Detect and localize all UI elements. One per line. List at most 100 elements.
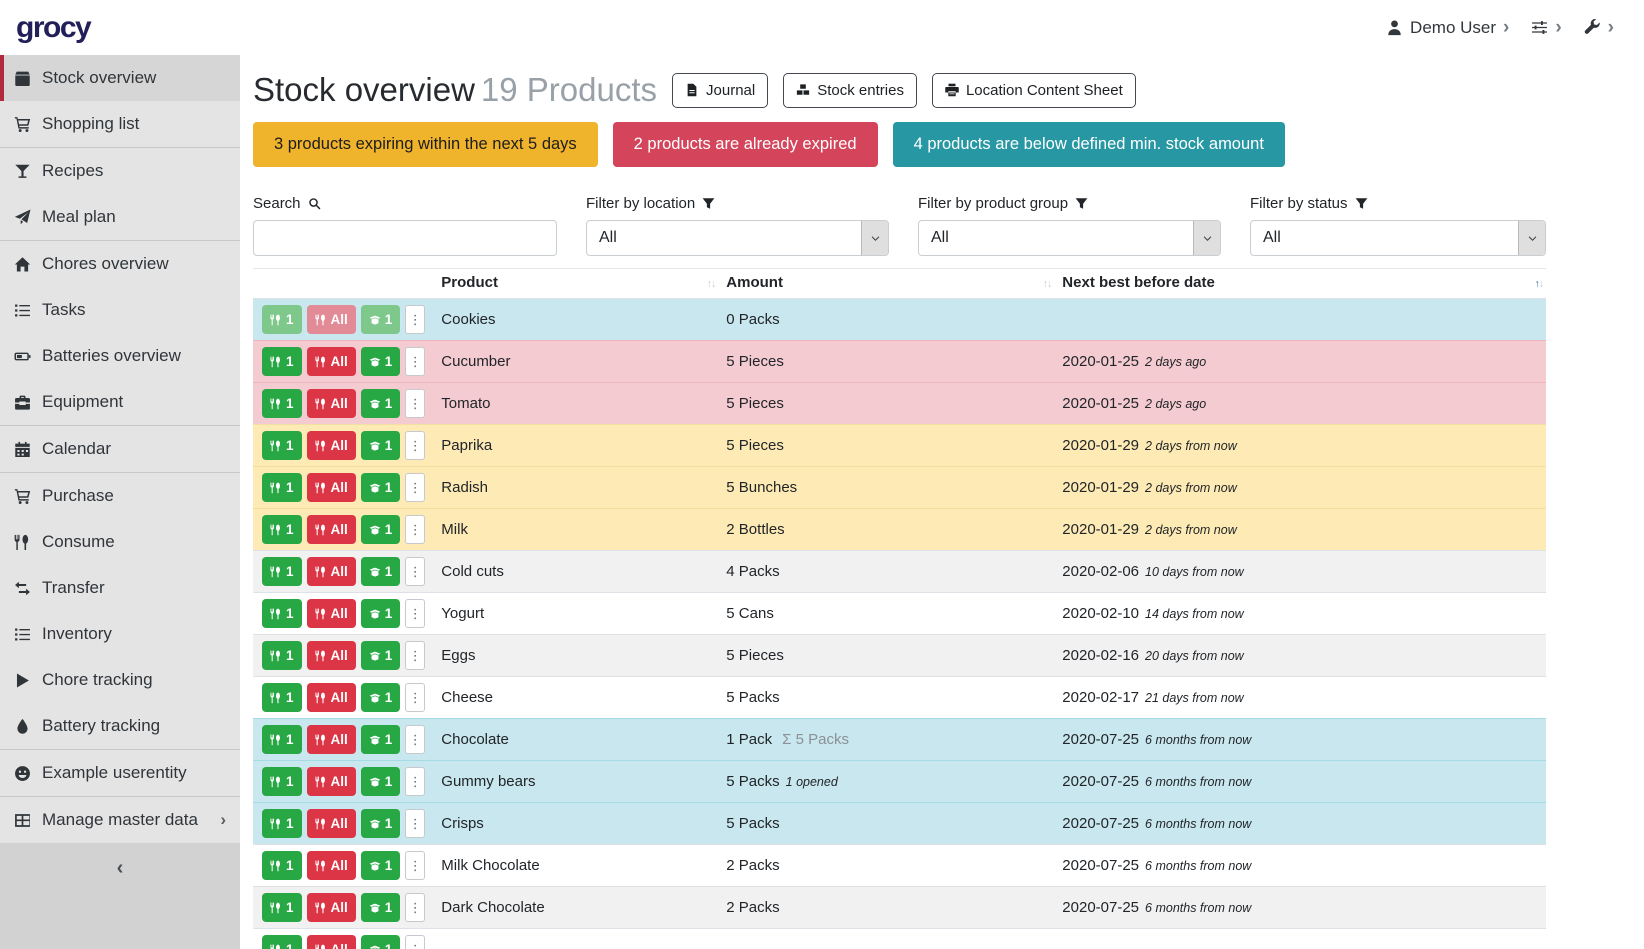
consume-all-button[interactable]: All [307, 473, 356, 502]
sidebar-item-meal-plan[interactable]: Meal plan [0, 194, 240, 240]
open-one-button[interactable]: 1 [361, 809, 401, 838]
consume-all-button[interactable]: All [307, 893, 356, 922]
sidebar-item-stock-overview[interactable]: Stock overview [0, 55, 240, 101]
open-one-button[interactable]: 1 [361, 683, 401, 712]
consume-one-button[interactable]: 1 [262, 683, 302, 712]
open-one-button[interactable]: 1 [361, 599, 401, 628]
open-one-button[interactable]: 1 [361, 473, 401, 502]
sidebar-item-chore-tracking[interactable]: Chore tracking [0, 657, 240, 703]
sidebar-item-tasks[interactable]: Tasks [0, 287, 240, 333]
consume-all-button[interactable]: All [307, 557, 356, 586]
consume-one-button[interactable]: 1 [262, 347, 302, 376]
filter-by-location-select[interactable]: All [586, 220, 889, 256]
search-input[interactable] [253, 220, 557, 256]
sidebar-item-inventory[interactable]: Inventory [0, 611, 240, 657]
open-one-button[interactable]: 1 [361, 641, 401, 670]
open-one-button[interactable]: 1 [361, 305, 401, 334]
consume-one-button[interactable]: 1 [262, 851, 302, 880]
consume-one-button[interactable]: 1 [262, 389, 302, 418]
column-header-next-best-before-date[interactable]: Next best before date↑↓ [1054, 269, 1546, 299]
consume-all-button[interactable]: All [307, 935, 356, 949]
consume-one-button[interactable]: 1 [262, 935, 302, 949]
consume-one-button[interactable]: 1 [262, 305, 302, 334]
consume-one-button[interactable]: 1 [262, 725, 302, 754]
row-menu-button[interactable]: ⋮ [405, 641, 425, 670]
consume-one-button[interactable]: 1 [262, 641, 302, 670]
open-one-button[interactable]: 1 [361, 515, 401, 544]
sort-icon[interactable]: ↑↓ [1535, 278, 1544, 289]
sidebar-item-purchase[interactable]: Purchase [0, 473, 240, 519]
consume-one-button[interactable]: 1 [262, 809, 302, 838]
consume-all-button[interactable]: All [307, 389, 356, 418]
grocy-logo[interactable]: grocy [16, 11, 90, 45]
consume-one-button[interactable]: 1 [262, 599, 302, 628]
stock-entries-button[interactable]: Stock entries [783, 73, 917, 108]
row-menu-button[interactable]: ⋮ [405, 557, 425, 586]
consume-all-button[interactable]: All [307, 725, 356, 754]
sidebar-item-example-userentity[interactable]: Example userentity [0, 750, 240, 796]
sidebar-item-chores-overview[interactable]: Chores overview [0, 241, 240, 287]
open-one-button[interactable]: 1 [361, 431, 401, 460]
open-one-button[interactable]: 1 [361, 935, 401, 949]
open-one-button[interactable]: 1 [361, 767, 401, 796]
sidebar-item-manage-master-data[interactable]: Manage master data› [0, 797, 240, 843]
filter-by-product-group-select[interactable]: All [918, 220, 1221, 256]
sidebar-item-consume[interactable]: Consume [0, 519, 240, 565]
sidebar-item-recipes[interactable]: Recipes [0, 148, 240, 194]
row-menu-button[interactable]: ⋮ [405, 893, 425, 922]
row-menu-button[interactable]: ⋮ [405, 305, 425, 334]
consume-one-button[interactable]: 1 [262, 893, 302, 922]
consume-one-button[interactable]: 1 [262, 473, 302, 502]
sidebar-item-transfer[interactable]: Transfer [0, 565, 240, 611]
row-menu-button[interactable]: ⋮ [405, 935, 425, 949]
row-menu-button[interactable]: ⋮ [405, 347, 425, 376]
sidebar-item-calendar[interactable]: Calendar [0, 426, 240, 472]
row-menu-button[interactable]: ⋮ [405, 389, 425, 418]
journal-button[interactable]: Journal [672, 73, 768, 108]
row-menu-button[interactable]: ⋮ [405, 599, 425, 628]
open-one-button[interactable]: 1 [361, 851, 401, 880]
sidebar-item-shopping-list[interactable]: Shopping list [0, 101, 240, 147]
consume-all-button[interactable]: All [307, 347, 356, 376]
consume-one-button[interactable]: 1 [262, 767, 302, 796]
open-one-button[interactable]: 1 [361, 725, 401, 754]
settings-menu[interactable]: › [1531, 18, 1561, 37]
column-header-amount[interactable]: Amount↑↓ [718, 269, 1054, 299]
row-menu-button[interactable]: ⋮ [405, 515, 425, 544]
consume-all-button[interactable]: All [307, 851, 356, 880]
open-one-button[interactable]: 1 [361, 347, 401, 376]
consume-all-button[interactable]: All [307, 809, 356, 838]
consume-all-button[interactable]: All [307, 767, 356, 796]
sidebar-collapse-button[interactable]: ‹ [0, 843, 240, 949]
consume-one-button[interactable]: 1 [262, 515, 302, 544]
admin-menu[interactable]: › [1584, 18, 1614, 37]
row-menu-button[interactable]: ⋮ [405, 767, 425, 796]
sort-icon[interactable]: ↑↓ [707, 278, 716, 289]
sidebar-item-equipment[interactable]: Equipment [0, 379, 240, 425]
sidebar-item-batteries-overview[interactable]: Batteries overview [0, 333, 240, 379]
row-menu-button[interactable]: ⋮ [405, 851, 425, 880]
user-menu[interactable]: Demo User › [1386, 18, 1509, 38]
consume-all-button[interactable]: All [307, 683, 356, 712]
row-menu-button[interactable]: ⋮ [405, 809, 425, 838]
consume-all-button[interactable]: All [307, 431, 356, 460]
location-content-sheet-button[interactable]: Location Content Sheet [932, 73, 1136, 108]
alert-banner[interactable]: 4 products are below defined min. stock … [893, 122, 1285, 167]
consume-all-button[interactable]: All [307, 305, 356, 334]
sidebar-item-battery-tracking[interactable]: Battery tracking [0, 703, 240, 749]
sort-icon[interactable]: ↑↓ [1043, 278, 1052, 289]
row-menu-button[interactable]: ⋮ [405, 683, 425, 712]
consume-one-button[interactable]: 1 [262, 431, 302, 460]
consume-all-button[interactable]: All [307, 641, 356, 670]
consume-one-button[interactable]: 1 [262, 557, 302, 586]
alert-banner[interactable]: 3 products expiring within the next 5 da… [253, 122, 598, 167]
alert-banner[interactable]: 2 products are already expired [613, 122, 878, 167]
consume-all-button[interactable]: All [307, 599, 356, 628]
consume-all-button[interactable]: All [307, 515, 356, 544]
row-menu-button[interactable]: ⋮ [405, 473, 425, 502]
column-header-product[interactable]: Product↑↓ [433, 269, 718, 299]
row-menu-button[interactable]: ⋮ [405, 431, 425, 460]
filter-by-status-select[interactable]: All [1250, 220, 1546, 256]
open-one-button[interactable]: 1 [361, 557, 401, 586]
open-one-button[interactable]: 1 [361, 389, 401, 418]
